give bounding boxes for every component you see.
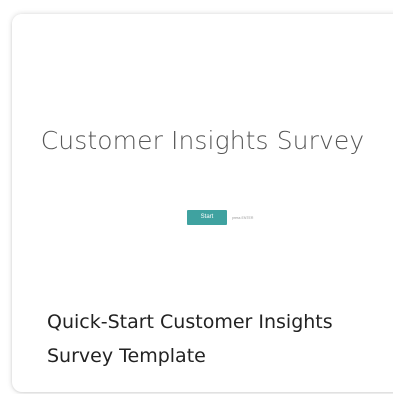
start-row: Start press ENTER: [187, 210, 253, 225]
survey-title: Customer Insights Survey: [40, 126, 365, 155]
page: Customer Insights Survey Start press ENT…: [0, 0, 393, 394]
template-card[interactable]: Customer Insights Survey Start press ENT…: [12, 14, 393, 392]
start-button: Start: [187, 210, 227, 225]
template-preview[interactable]: Customer Insights Survey Start press ENT…: [12, 14, 393, 274]
start-hint: press ENTER: [232, 215, 254, 220]
template-name[interactable]: Quick-Start Customer Insights Survey Tem…: [47, 305, 377, 373]
